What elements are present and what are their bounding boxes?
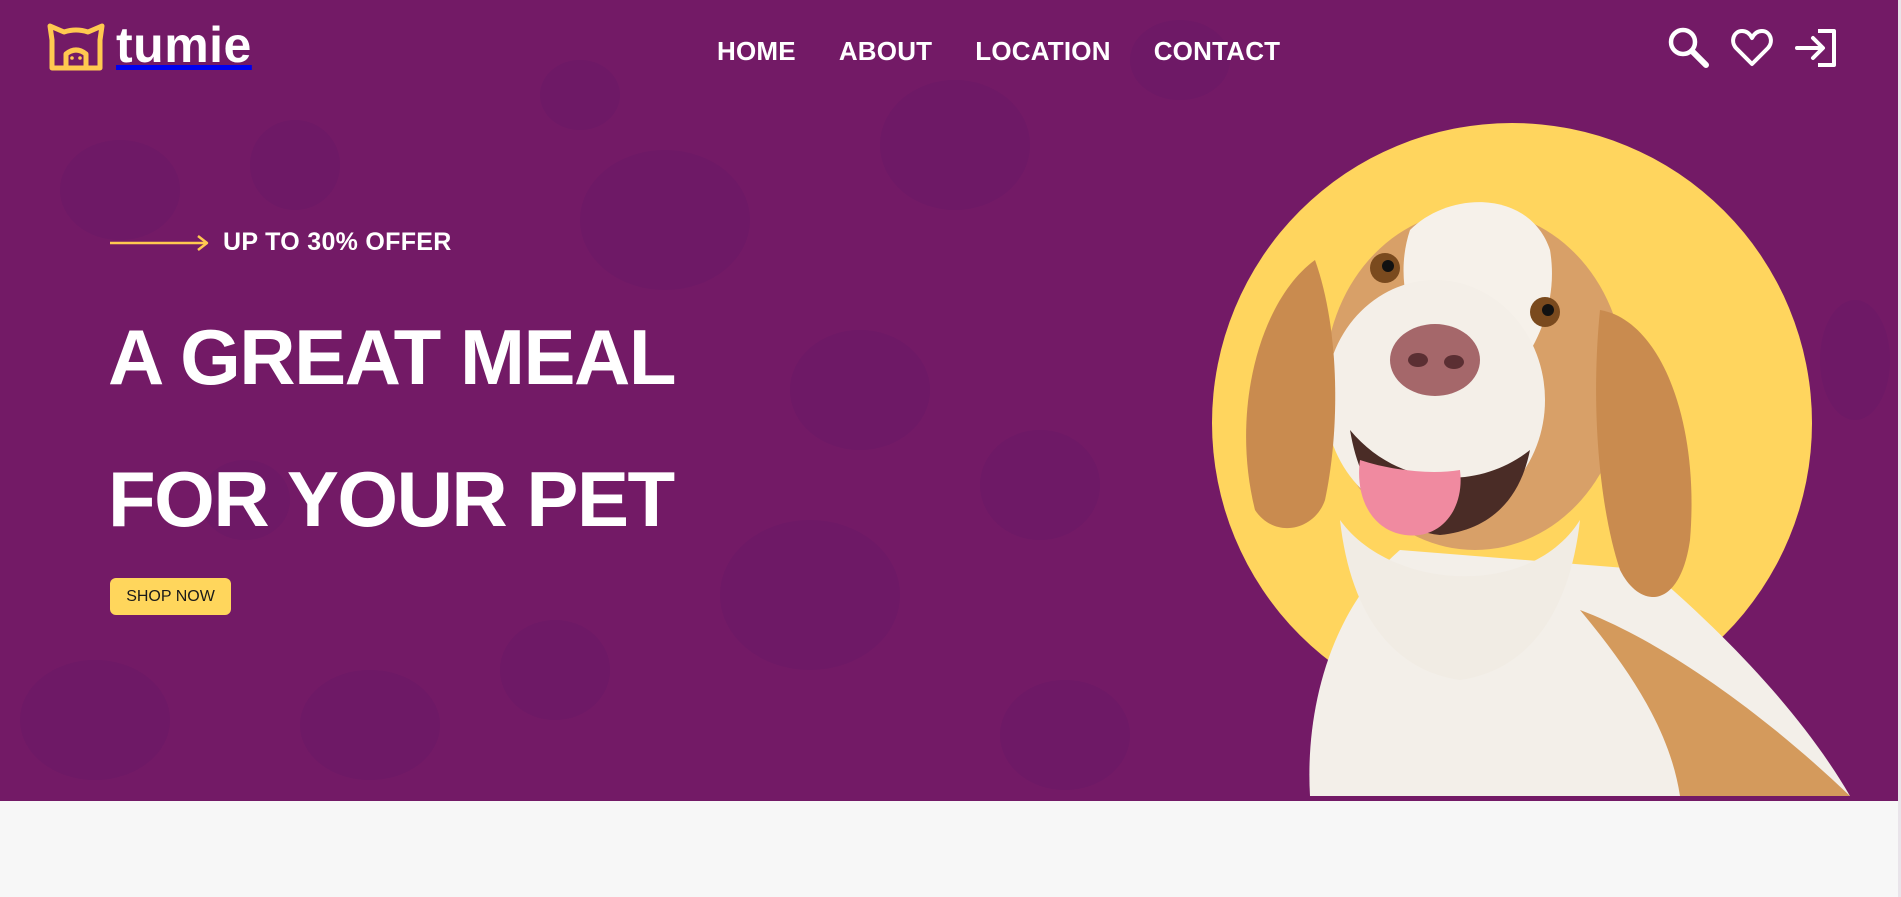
- main-nav: HOME ABOUT LOCATION CONTACT: [717, 36, 1280, 67]
- dog-photo: [1246, 202, 1850, 796]
- offer-text: UP TO 30% OFFER: [223, 228, 452, 256]
- header-actions: [1666, 26, 1838, 70]
- arrow-right-icon: [110, 234, 209, 251]
- hero-headline-line2: FOR YOUR PET: [108, 455, 675, 543]
- brand-name: tumie: [116, 17, 252, 73]
- site-header: tumie HOME ABOUT LOCATION CONTACT: [0, 0, 1901, 104]
- login-icon[interactable]: [1794, 26, 1838, 70]
- nav-location[interactable]: LOCATION: [975, 36, 1110, 67]
- nav-home[interactable]: HOME: [717, 36, 796, 67]
- cat-house-icon: [47, 23, 105, 71]
- hero-headline-line1: A GREAT MEAL: [108, 313, 676, 401]
- hero-banner: tumie HOME ABOUT LOCATION CONTACT UP TO …: [0, 0, 1901, 801]
- nav-contact[interactable]: CONTACT: [1154, 36, 1281, 67]
- search-icon[interactable]: [1666, 26, 1710, 70]
- offer-tagline: UP TO 30% OFFER: [110, 228, 452, 257]
- shop-now-button[interactable]: SHOP NOW: [110, 578, 231, 615]
- brand-logo[interactable]: tumie: [46, 20, 252, 74]
- nav-about[interactable]: ABOUT: [839, 36, 932, 67]
- heart-icon[interactable]: [1730, 26, 1774, 70]
